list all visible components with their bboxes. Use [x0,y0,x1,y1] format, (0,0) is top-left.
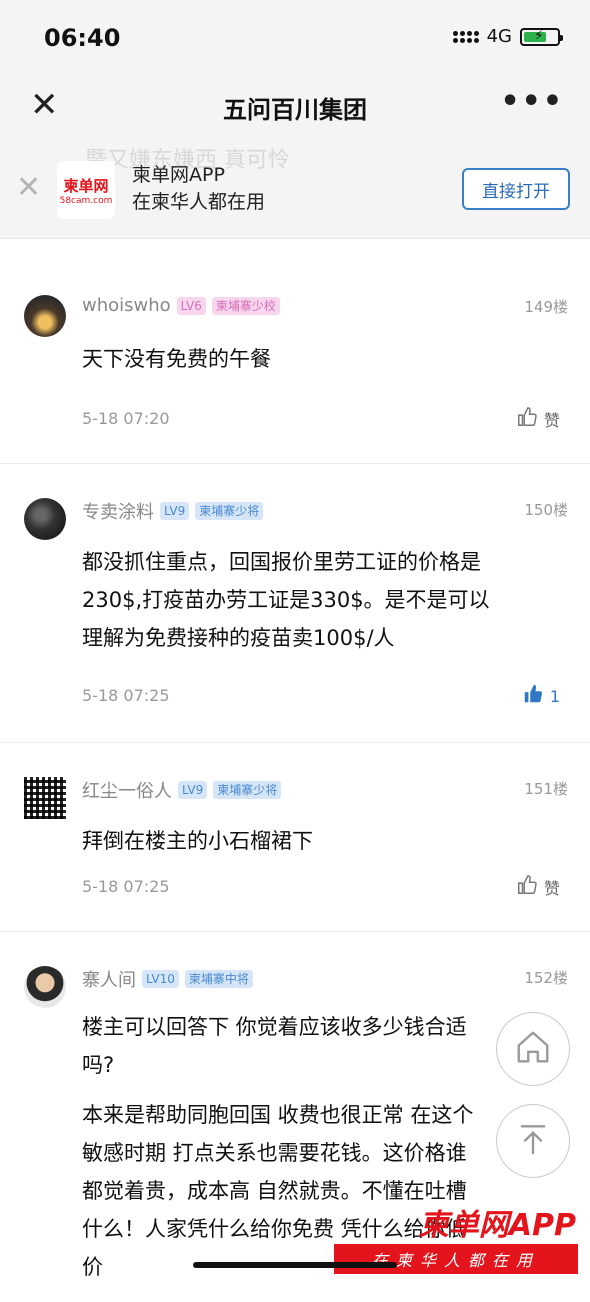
status-time: 06:40 [44,24,121,52]
level-badge: LV10 [142,970,179,988]
comment-line: 天下没有免费的午餐 [82,347,271,371]
comment-user: 专卖涂料 LV9 柬埔寨少将 [82,498,264,524]
avatar[interactable] [24,498,66,540]
logo-sub: 58cam.com [59,195,113,206]
signal-icon [452,30,479,43]
comment-user: whoiswho LV6 柬埔寨少校 [82,295,280,316]
level-badge: LV9 [178,781,208,799]
rank-badge: 柬埔寨少将 [195,502,264,520]
watermark-slogan: 在柬华人都在用 [334,1244,578,1274]
home-button[interactable] [496,1012,570,1086]
floor-number: 149楼 [524,298,568,316]
comment-date: 5-18 07:25 [82,686,170,705]
back-to-top-button[interactable] [496,1104,570,1178]
floor-number: 150楼 [524,501,568,519]
app-logo: 柬单网 58cam.com [57,161,115,219]
banner-text: 柬单网APP 在柬华人都在用 [132,162,265,216]
banner-line2: 在柬华人都在用 [132,191,266,213]
comment-line: 拜倒在楼主的小石榴裙下 [82,829,313,853]
avatar[interactable] [24,777,66,819]
home-icon [514,1028,552,1070]
avatar[interactable] [24,295,66,337]
comment-item: 专卖涂料 LV9 柬埔寨少将 150楼 都没抓住重点，回国报价里劳工证的价格是 … [0,464,590,743]
more-icon[interactable]: ••• [500,84,564,119]
comment-line: 230$,打疫苗办劳工证是330$。是不是可以 [82,588,490,612]
comment-date: 5-18 07:20 [82,409,170,428]
thumb-up-filled-icon [522,683,544,709]
avatar[interactable] [24,966,66,1008]
username[interactable]: 红尘一俗人 [82,777,172,803]
username[interactable]: whoiswho [82,295,171,316]
floor-number: 151楼 [524,780,568,798]
battery-icon: ⚡ [520,27,563,46]
comment-date: 5-18 07:25 [82,877,170,896]
comment-user: 红尘一俗人 LV9 柬埔寨少将 [82,777,282,803]
username[interactable]: 专卖涂料 [82,498,154,524]
banner-line1: 柬单网APP [132,164,225,186]
rank-badge: 柬埔寨中将 [184,970,253,988]
home-indicator[interactable] [193,1262,397,1268]
comment-text[interactable]: 天下没有免费的午餐 [82,340,572,378]
status-icons: 4G ⚡ [452,26,563,47]
thumb-up-icon [516,406,538,432]
level-badge: LV9 [160,502,190,520]
floor-number: 152楼 [524,969,568,987]
arrow-up-icon [514,1120,552,1162]
watermark-title: 柬单网APP [418,1208,576,1243]
open-app-button[interactable]: 直接打开 [462,168,570,210]
rank-badge: 柬埔寨少将 [213,781,282,799]
username[interactable]: 寨人间 [82,966,136,992]
rank-badge: 柬埔寨少校 [211,296,280,315]
thumb-up-icon [516,874,538,900]
comment-item: 红尘一俗人 LV9 柬埔寨少将 151楼 拜倒在楼主的小石榴裙下 5-18 07… [0,743,590,932]
comment-line: 都没抓住重点，回国报价里劳工证的价格是 [82,550,481,574]
app-banner: 暨又嫌东嫌西 真可怜 ✕ 柬单网 58cam.com 柬单网APP 在柬华人都在… [0,140,590,239]
logo-text: 柬单网 [63,176,109,195]
like-button[interactable]: 赞 [516,406,560,432]
level-badge: LV6 [176,296,206,315]
comment-item: whoiswho LV6 柬埔寨少校 149楼 天下没有免费的午餐 5-18 0… [0,238,590,464]
network-label: 4G [486,26,512,47]
like-button[interactable]: 赞 [516,874,560,900]
banner-close-icon[interactable]: ✕ [16,170,41,205]
nav-bar: ✕ 五问百川集团 ••• [0,72,590,141]
comment-line: 理解为免费接种的疫苗卖100$/人 [82,626,395,650]
like-label: 赞 [543,411,560,430]
comment-text[interactable]: 都没抓住重点，回国报价里劳工证的价格是 230$,打疫苗办劳工证是330$。是不… [82,543,572,657]
like-count: 1 [549,686,560,706]
like-button[interactable]: 1 [522,683,560,709]
like-label: 赞 [543,879,560,898]
comment-text[interactable]: 拜倒在楼主的小石榴裙下 [82,822,572,860]
status-bar: 06:40 4G ⚡ [0,0,590,72]
comment-user: 寨人间 LV10 柬埔寨中将 [82,966,253,992]
